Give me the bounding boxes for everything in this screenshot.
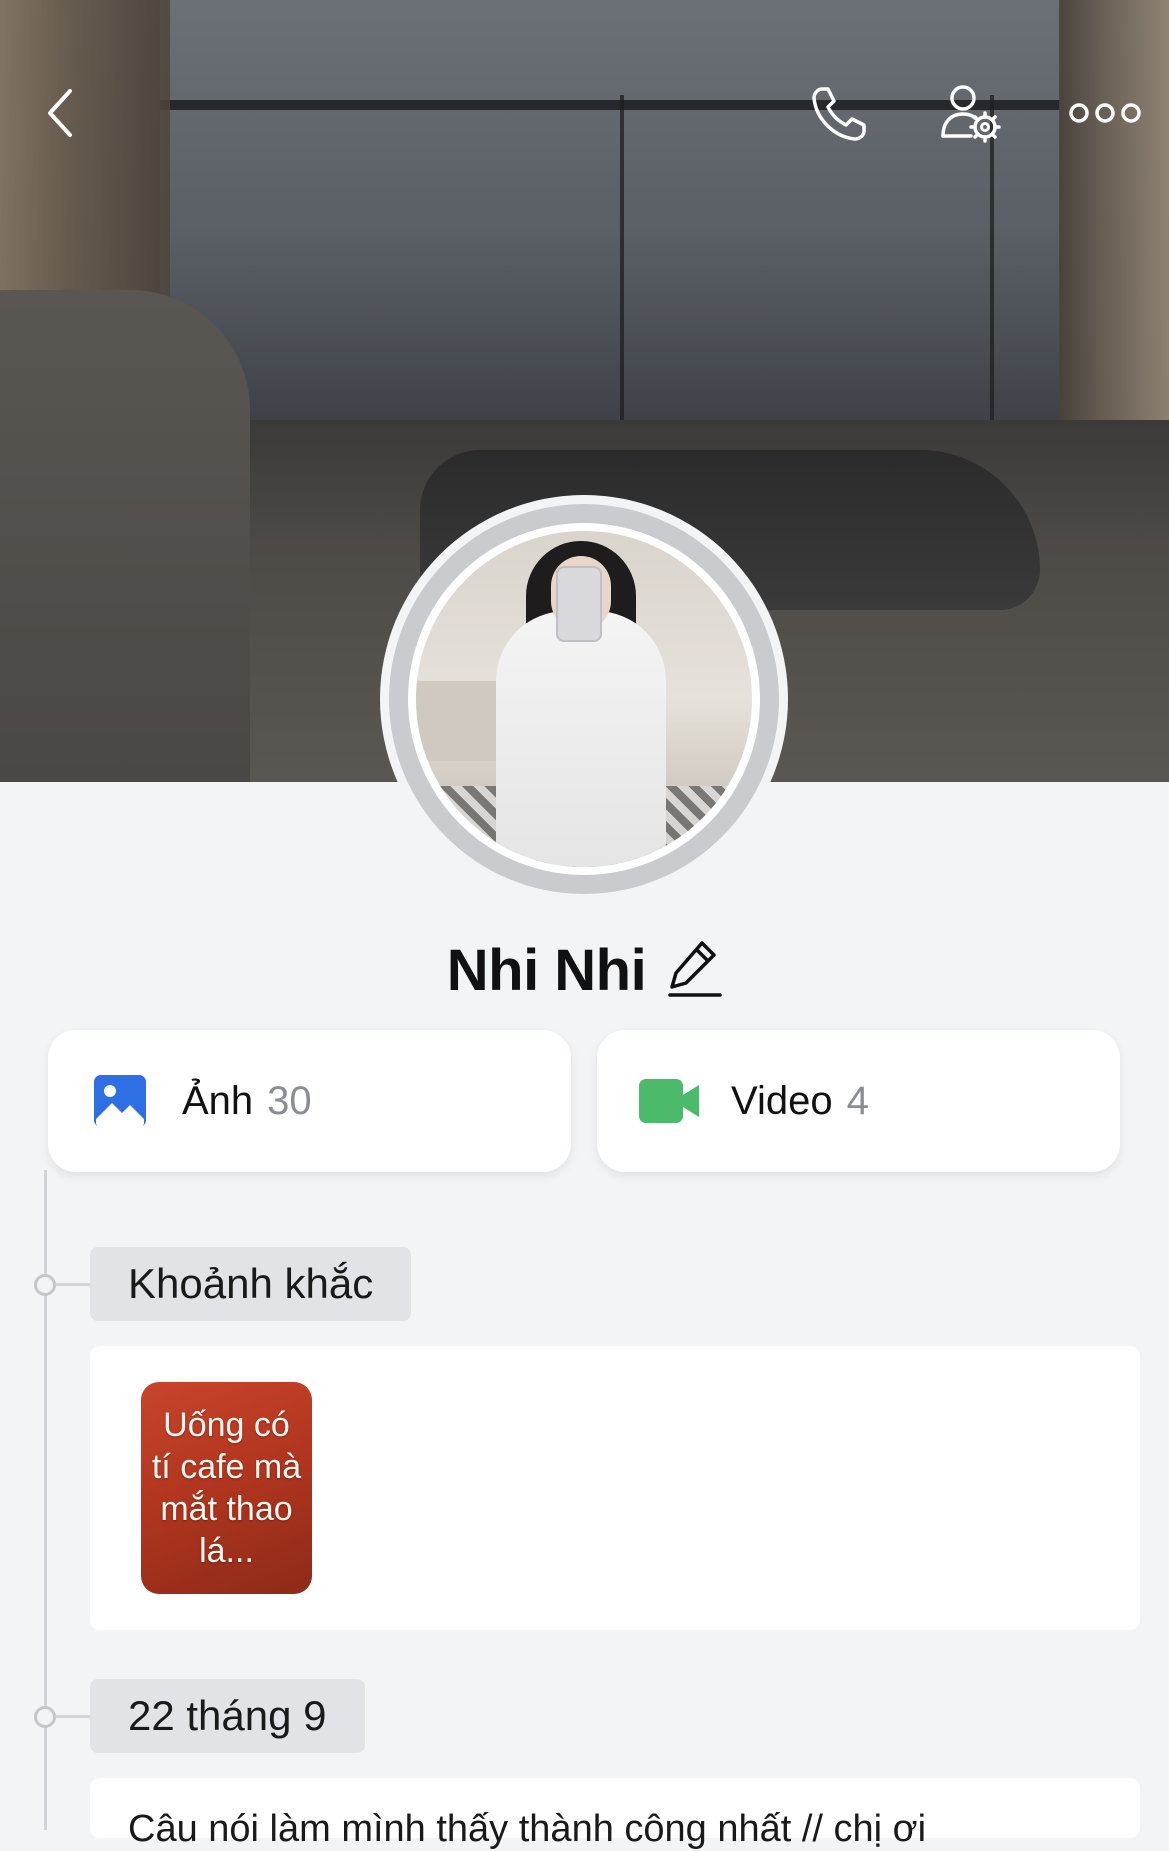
pencil-icon[interactable] — [668, 937, 722, 1004]
chevron-left-icon — [42, 85, 78, 146]
more-button[interactable] — [1060, 75, 1150, 155]
photos-label: Ảnh — [182, 1078, 254, 1123]
timeline-connector — [56, 1283, 90, 1286]
photos-count: 30 — [267, 1078, 312, 1123]
phone-icon — [808, 81, 872, 150]
story-ring — [389, 504, 779, 894]
moment-thumbnail[interactable]: Uống có tí cafe mà mắt thao lá... — [141, 1382, 312, 1594]
avatar — [408, 523, 760, 875]
moment-text: Uống có tí cafe mà mắt thao lá... — [151, 1406, 302, 1570]
profile-settings-button[interactable] — [930, 75, 1010, 155]
avatar-body — [496, 611, 666, 867]
photos-card[interactable]: Ảnh 30 — [48, 1030, 571, 1172]
timeline-tag-moments: Khoảnh khắc — [90, 1247, 412, 1321]
avatar-container[interactable] — [380, 495, 788, 903]
videos-card[interactable]: Video 4 — [597, 1030, 1120, 1172]
call-button[interactable] — [800, 75, 880, 155]
timeline-connector — [56, 1715, 90, 1718]
back-button[interactable] — [30, 75, 90, 155]
image-icon — [92, 1073, 148, 1129]
profile-name-row: Nhi Nhi — [0, 930, 1169, 1010]
avatar-phone — [556, 566, 602, 642]
videos-count: 4 — [846, 1078, 869, 1123]
videos-label: Video — [731, 1078, 833, 1123]
video-camera-icon — [639, 1077, 701, 1125]
top-bar — [0, 60, 1169, 170]
sofa-back — [0, 290, 250, 782]
timeline-line — [44, 1170, 47, 1830]
profile-name: Nhi Nhi — [446, 937, 647, 1003]
more-dots-icon — [1069, 101, 1141, 130]
timeline-dot — [34, 1706, 56, 1728]
timeline-dot — [34, 1274, 56, 1296]
timeline-tag-date: 22 tháng 9 — [90, 1679, 365, 1753]
user-settings-icon — [937, 80, 1003, 151]
